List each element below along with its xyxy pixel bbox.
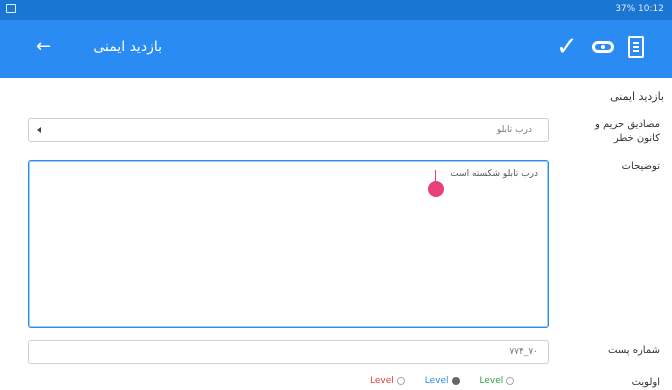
radio-button[interactable] bbox=[506, 377, 515, 385]
link-icon[interactable] bbox=[591, 41, 614, 53]
app-bar-actions: ✓ bbox=[556, 32, 644, 62]
app-bar-title: بازدید ایمنی bbox=[93, 39, 162, 55]
hazard-select-value: درب تابلو bbox=[496, 125, 532, 135]
description-label: توضیحات bbox=[621, 161, 660, 172]
status-bar: 37% 10:12 bbox=[0, 0, 672, 20]
priority-label: اولویت bbox=[631, 377, 660, 388]
radio-button[interactable] bbox=[451, 377, 460, 385]
status-text: 37% 10:12 bbox=[615, 4, 664, 14]
priority-option-red[interactable]: Level bbox=[370, 376, 405, 386]
priority-option-blue[interactable]: Level bbox=[425, 376, 460, 386]
cursor-handle[interactable] bbox=[428, 181, 444, 197]
priority-option-label: Level bbox=[424, 376, 449, 386]
post-number-input[interactable]: ۷۰_۷۷۴ bbox=[28, 340, 549, 364]
check-icon[interactable]: ✓ bbox=[556, 32, 578, 62]
hazard-label: مصادیق حریم و کانون خطر bbox=[595, 119, 660, 144]
post-number-label: شماره پست bbox=[608, 345, 660, 356]
post-number-value: ۷۰_۷۷۴ bbox=[509, 347, 538, 357]
form-content: بازدید ایمنی مصادیق حریم و کانون خطر درب… bbox=[0, 78, 672, 390]
section-title: بازدید ایمنی bbox=[610, 90, 664, 103]
priority-option-label: Level bbox=[370, 376, 394, 386]
screenshot-icon bbox=[6, 4, 16, 13]
arrow-left-icon[interactable]: ← bbox=[36, 36, 51, 57]
priority-option-label: Level bbox=[479, 376, 504, 386]
document-icon[interactable] bbox=[627, 36, 644, 58]
dropdown-arrow-icon bbox=[37, 127, 41, 133]
app-bar: ✓ بازدید ایمنی ← bbox=[0, 20, 672, 78]
priority-option-green[interactable]: Level bbox=[480, 376, 515, 386]
description-value: درب تابلو شکسته است bbox=[450, 169, 538, 179]
priority-radio-group: Level Level Level bbox=[370, 376, 515, 386]
description-textarea[interactable]: درب تابلو شکسته است bbox=[28, 160, 549, 328]
radio-button[interactable] bbox=[396, 377, 405, 385]
hazard-select[interactable]: درب تابلو bbox=[28, 118, 549, 142]
status-icons: 37% 10:12 bbox=[615, 4, 664, 14]
